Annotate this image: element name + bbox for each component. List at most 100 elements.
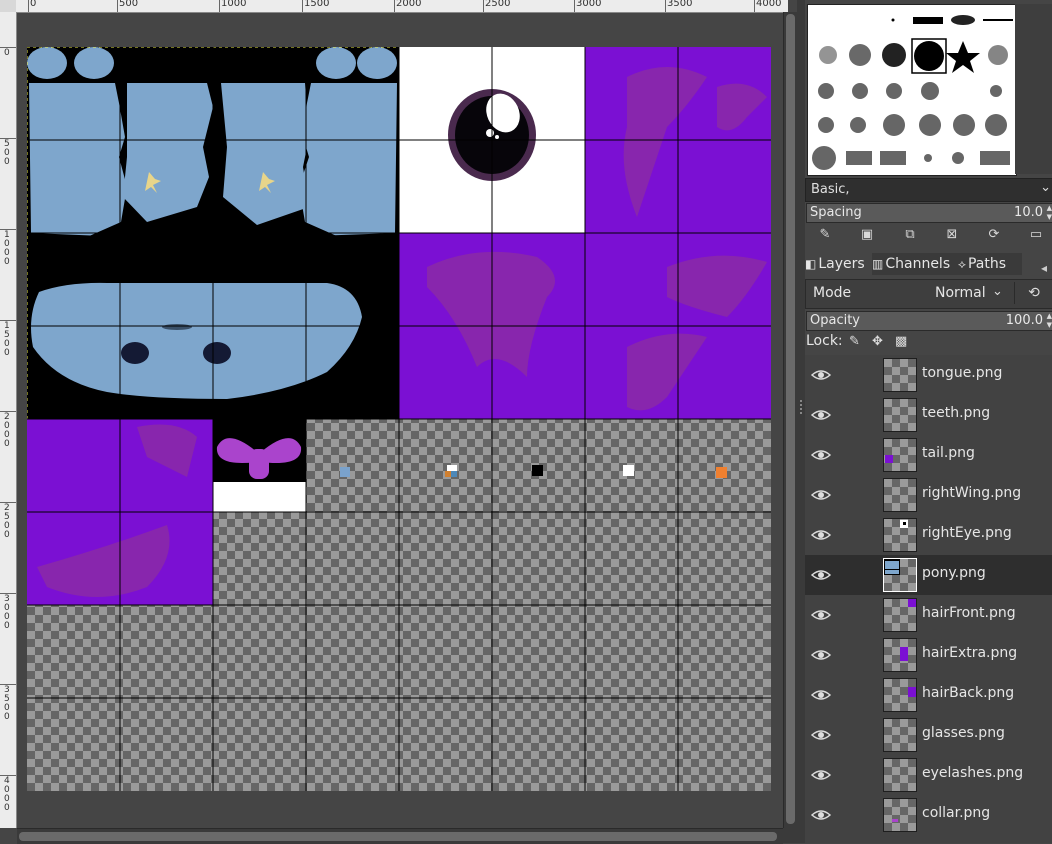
color-swatch bbox=[445, 471, 451, 477]
duplicate-brush-icon[interactable]: ⧉ bbox=[900, 226, 920, 244]
layer-thumbnail bbox=[883, 558, 917, 592]
texture-image[interactable] bbox=[27, 47, 771, 791]
eye-icon[interactable] bbox=[811, 727, 831, 743]
color-swatch bbox=[451, 471, 457, 477]
grip-icon bbox=[800, 400, 802, 416]
dock-divider[interactable] bbox=[797, 0, 805, 843]
layer-row-tail[interactable]: tail.png bbox=[805, 435, 1052, 475]
ruler-tick bbox=[302, 0, 303, 12]
layer-row-hairback[interactable]: hairBack.png bbox=[805, 675, 1052, 715]
ruler-tick bbox=[665, 0, 666, 12]
lock-position-icon[interactable]: ✥ bbox=[872, 334, 883, 349]
eye-icon[interactable] bbox=[811, 807, 831, 823]
ruler-label: 2000 bbox=[396, 0, 422, 9]
ruler-label: 2500 bbox=[485, 0, 511, 9]
lock-alpha-icon[interactable]: ▩ bbox=[895, 334, 907, 349]
color-swatch bbox=[532, 465, 543, 476]
spacing-slider[interactable]: Spacing 10.0 ▲ ▼ bbox=[806, 203, 1052, 223]
eye-icon[interactable] bbox=[811, 527, 831, 543]
eye-icon[interactable] bbox=[811, 687, 831, 703]
layer-thumbnail bbox=[883, 358, 917, 392]
brush-preset-select[interactable]: Basic, ⌄ bbox=[805, 178, 1052, 202]
layer-row-collar[interactable]: collar.png bbox=[805, 795, 1052, 835]
brush-presets[interactable] bbox=[808, 5, 1016, 175]
layer-thumbnail bbox=[883, 478, 917, 512]
eye-icon[interactable] bbox=[811, 767, 831, 783]
eye-icon[interactable] bbox=[811, 447, 831, 463]
opacity-slider[interactable]: Opacity 100.0 ▲ ▼ bbox=[806, 311, 1052, 331]
layer-thumbnail bbox=[883, 718, 917, 752]
mode-label: Mode bbox=[813, 285, 852, 301]
tab-paths[interactable]: ⟡ Paths bbox=[958, 253, 1022, 275]
tab-menu-icon[interactable]: ◂ bbox=[1041, 257, 1052, 275]
spin-arrows-icon[interactable]: ▲ ▼ bbox=[1047, 312, 1052, 330]
brush-toolbar: ✎ ▣ ⧉ ⊠ ⟳ ▭ bbox=[805, 224, 1052, 246]
ruler-label: 3000 bbox=[576, 0, 602, 9]
layer-row-tongue[interactable]: tongue.png bbox=[805, 355, 1052, 395]
layer-name: hairExtra.png bbox=[922, 645, 1018, 661]
horizontal-ruler[interactable]: 0 500 1000 1500 2000 2500 3000 3500 4000 bbox=[16, 0, 788, 13]
layer-thumbnail bbox=[883, 398, 917, 432]
eye-icon[interactable] bbox=[811, 487, 831, 503]
scrollbar-thumb[interactable] bbox=[19, 832, 777, 841]
color-swatch bbox=[340, 467, 350, 477]
horizontal-scrollbar[interactable] bbox=[17, 828, 783, 844]
tab-channels[interactable]: ▥ Channels bbox=[872, 253, 958, 275]
layer-thumbnail bbox=[883, 758, 917, 792]
ruler-label: 1500 bbox=[304, 0, 330, 9]
layer-row-hairfront[interactable]: hairFront.png bbox=[805, 595, 1052, 635]
new-brush-icon[interactable]: ▣ bbox=[857, 226, 877, 244]
bow-texture bbox=[213, 419, 306, 512]
layer-row-teeth[interactable]: teeth.png bbox=[805, 395, 1052, 435]
layer-row-righteye[interactable]: rightEye.png bbox=[805, 515, 1052, 555]
ruler-label: 1000 bbox=[4, 230, 10, 267]
scrollbar-thumb[interactable] bbox=[786, 14, 795, 824]
layer-list[interactable]: tongue.png teeth.png tail.png rightWing.… bbox=[805, 355, 1052, 843]
vertical-scrollbar[interactable] bbox=[783, 12, 798, 828]
eye-icon[interactable] bbox=[811, 407, 831, 423]
ruler-label: 500 bbox=[4, 139, 10, 167]
layer-thumbnail bbox=[883, 518, 917, 552]
layer-thumbnail bbox=[883, 798, 917, 832]
lock-row: Lock: ✎ ✥ ▩ bbox=[805, 333, 1052, 351]
layer-row-glasses[interactable]: glasses.png bbox=[805, 715, 1052, 755]
canvas-area[interactable] bbox=[17, 13, 782, 828]
layer-thumbnail bbox=[883, 678, 917, 712]
tab-layers[interactable]: ◧ Layers bbox=[805, 253, 871, 275]
opacity-label: Opacity bbox=[810, 313, 861, 328]
navigate-corner[interactable] bbox=[783, 828, 797, 843]
layer-row-rightwing[interactable]: rightWing.png bbox=[805, 475, 1052, 515]
layer-name: eyelashes.png bbox=[922, 765, 1024, 781]
tab-label: Layers bbox=[818, 256, 865, 272]
chevron-down-icon[interactable]: ⌄ bbox=[992, 284, 1003, 299]
layer-name: rightWing.png bbox=[922, 485, 1022, 501]
eye-icon[interactable] bbox=[811, 367, 831, 383]
layer-row-pony[interactable]: pony.png bbox=[805, 555, 1052, 595]
color-swatch bbox=[447, 465, 457, 471]
eye-icon[interactable] bbox=[811, 647, 831, 663]
edit-brush-icon[interactable]: ✎ bbox=[815, 226, 835, 244]
eye-icon[interactable] bbox=[811, 567, 831, 583]
brush-sidebar bbox=[1015, 4, 1052, 174]
right-dock: Basic, ⌄ Spacing 10.0 ▲ ▼ ✎ ▣ ⧉ ⊠ ⟳ ▭ ◧ La… bbox=[805, 0, 1052, 843]
open-as-image-icon[interactable]: ▭ bbox=[1026, 226, 1046, 244]
ruler-tick bbox=[394, 0, 395, 12]
mode-select[interactable]: Normal bbox=[935, 285, 986, 301]
vertical-ruler[interactable]: 0 500 1000 1500 2000 2500 3000 3500 4000 bbox=[0, 12, 17, 828]
opacity-value: 100.0 bbox=[1005, 313, 1043, 328]
ruler-label: 3500 bbox=[667, 0, 693, 9]
layer-thumbnail bbox=[883, 438, 917, 472]
brush-grid[interactable] bbox=[807, 4, 1017, 176]
eye-icon[interactable] bbox=[811, 607, 831, 623]
layer-row-hairextra[interactable]: hairExtra.png bbox=[805, 635, 1052, 675]
layer-name: tail.png bbox=[922, 445, 975, 461]
reset-mode-icon[interactable]: ⟲ bbox=[1014, 282, 1052, 304]
layer-row-eyelashes[interactable]: eyelashes.png bbox=[805, 755, 1052, 795]
spin-arrows-icon[interactable]: ▲ ▼ bbox=[1047, 204, 1052, 222]
refresh-icon[interactable]: ⟳ bbox=[984, 226, 1004, 244]
channels-icon: ▥ bbox=[872, 257, 884, 271]
chevron-down-icon: ⌄ bbox=[1040, 180, 1051, 195]
ruler-label: 4000 bbox=[4, 776, 10, 813]
lock-pixels-icon[interactable]: ✎ bbox=[849, 334, 860, 349]
delete-brush-icon[interactable]: ⊠ bbox=[942, 226, 962, 244]
